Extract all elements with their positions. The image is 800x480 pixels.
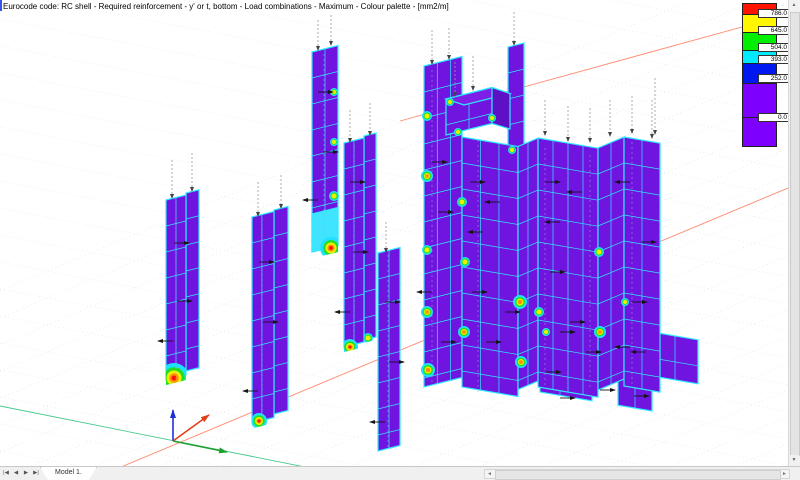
axes-triad (170, 409, 228, 454)
model-tab[interactable]: Model 1. (40, 467, 97, 480)
legend-value: 504.0 (758, 43, 790, 52)
last-tab-button[interactable]: ▶| (32, 468, 40, 479)
horizontal-scroll-thumb[interactable] (495, 470, 781, 480)
first-tab-button[interactable]: |◀ (2, 468, 10, 479)
legend-value: 393.0 (758, 55, 790, 64)
scroll-up-icon[interactable]: ▲ (789, 0, 799, 11)
result-title: Eurocode code: RC shell - Required reinf… (3, 2, 449, 11)
next-tab-button[interactable]: ▶ (22, 468, 30, 479)
horizontal-scrollbar[interactable]: ◄ ► (484, 469, 790, 480)
legend-value: 645.0 (758, 26, 790, 35)
legend-value: 786.0 (758, 9, 790, 18)
prev-tab-button[interactable]: ◀ (12, 468, 20, 479)
sheet-tab-bar: |◀ ◀ ▶ ▶| Model 1. ◄ ► (0, 466, 800, 480)
vertical-scrollbar[interactable]: ▲ ▼ (788, 0, 800, 466)
legend-value: 252.0 (758, 74, 790, 83)
vertical-scroll-thumb[interactable] (790, 12, 800, 456)
scroll-left-icon[interactable]: ◄ (485, 470, 494, 478)
window-edge-accent (0, 0, 2, 11)
scroll-down-icon[interactable]: ▼ (789, 455, 799, 466)
application-window: Eurocode code: RC shell - Required reinf… (0, 0, 800, 480)
scroll-right-icon[interactable]: ► (780, 470, 789, 478)
viewport-3d[interactable] (0, 0, 800, 466)
legend-value: 0.0 (758, 113, 790, 122)
tab-navigation: |◀ ◀ ▶ ▶| (2, 468, 40, 479)
